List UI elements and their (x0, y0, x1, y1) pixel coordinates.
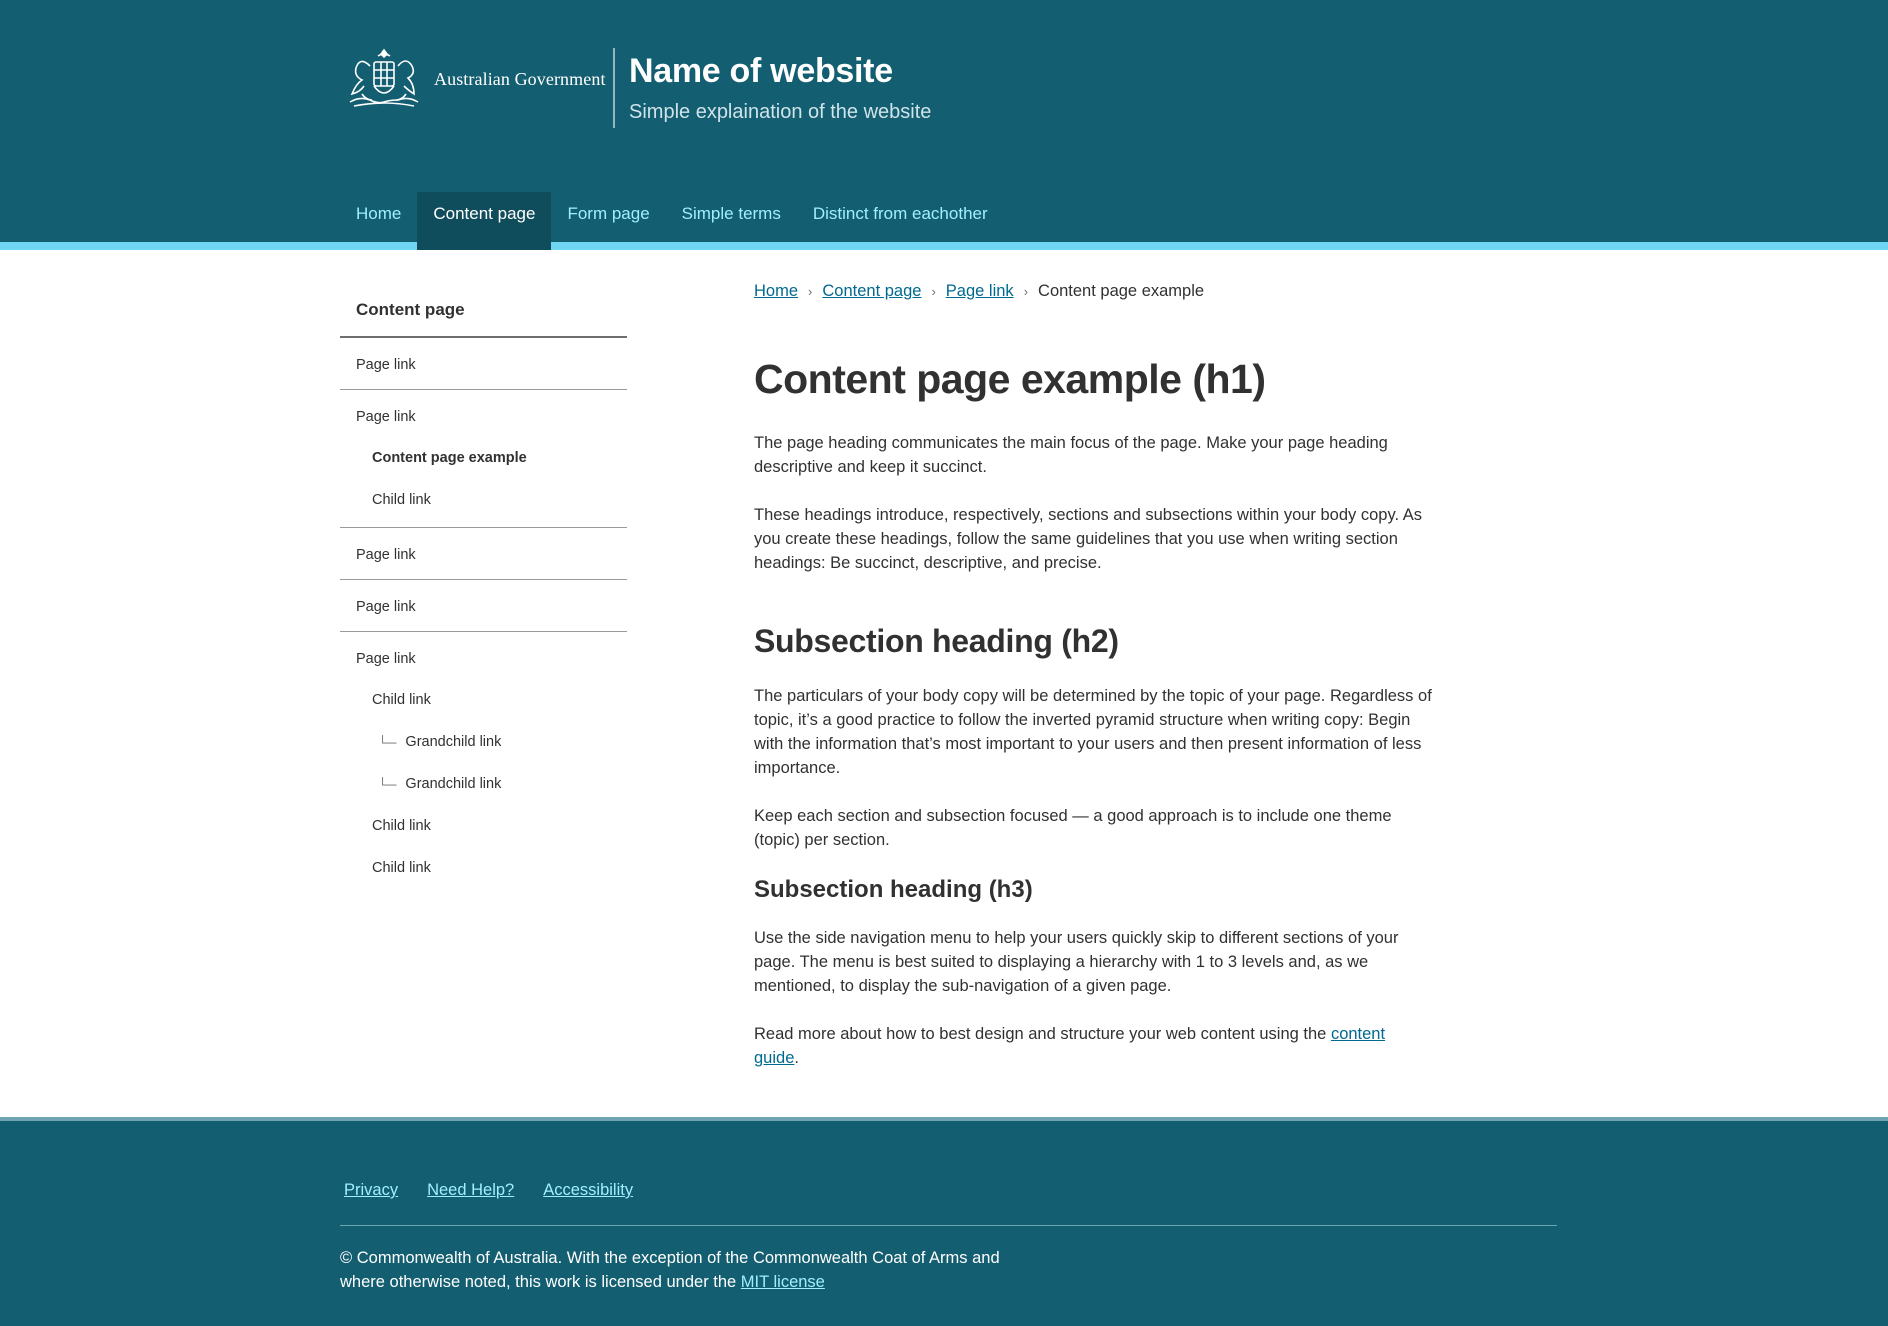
sidenav-group: Page link Child link └─ Grandchild link … (340, 632, 627, 895)
body-paragraph: The particulars of your body copy will b… (754, 687, 1432, 777)
breadcrumb-current: Content page example (1038, 281, 1205, 300)
masthead: Australian Government Name of website Si… (0, 0, 1888, 242)
body-paragraph: Use the side navigation menu to help you… (754, 929, 1399, 995)
footer-link-privacy[interactable]: Privacy (344, 1181, 398, 1200)
nav-item-distinct[interactable]: Distinct from eachother (797, 192, 1004, 242)
breadcrumb: Home › Content page › Page link › Conten… (754, 278, 1434, 304)
government-name: Australian Government (434, 68, 606, 89)
sidenav-child-link[interactable]: Child link (340, 805, 627, 847)
nav-item-home[interactable]: Home (340, 192, 417, 242)
sidenav-page-link[interactable]: Page link (340, 632, 627, 679)
site-tagline: Simple explaination of the website (629, 101, 932, 123)
breadcrumb-link-page-link[interactable]: Page link (946, 282, 1014, 301)
intro-paragraph: The page heading communicates the main f… (754, 434, 1388, 476)
sidenav-child-link[interactable]: Child link (340, 479, 627, 521)
sidenav-page-link[interactable]: Page link (340, 338, 627, 390)
corner-arrow-icon: └─ (378, 734, 397, 750)
main-content: Home › Content page › Page link › Conten… (754, 278, 1434, 1070)
corner-arrow-icon: └─ (378, 776, 397, 792)
subsection-heading-h2: Subsection heading (h2) (754, 623, 1119, 659)
body-paragraph: Keep each section and subsection focused… (754, 807, 1392, 849)
paragraph-end: . (794, 1049, 799, 1067)
sidenav-group: Page link Content page example Child lin… (340, 390, 627, 528)
main-navigation: Home Content page Form page Simple terms… (340, 192, 1004, 242)
side-navigation: Content page Page link Page link Content… (340, 288, 627, 895)
footer-copyright: © Commonwealth of Australia. With the ex… (340, 1246, 1040, 1294)
footer-link-need-help[interactable]: Need Help? (427, 1181, 514, 1200)
sidenav-child-link[interactable]: Child link (340, 679, 627, 721)
nav-item-form-page[interactable]: Form page (551, 192, 665, 242)
breadcrumb-link-content-page[interactable]: Content page (822, 282, 921, 301)
sidenav-grandchild-label: Grandchild link (405, 776, 502, 792)
sidenav-grandchild-link[interactable]: └─ Grandchild link (340, 721, 627, 763)
footer: Privacy Need Help? Accessibility © Commo… (0, 1117, 1888, 1326)
sidenav-grandchild-label: Grandchild link (405, 734, 502, 750)
body-paragraph: Read more about how to best design and s… (754, 1022, 1434, 1070)
sidenav-heading[interactable]: Content page (340, 288, 627, 338)
chevron-right-icon: › (931, 283, 936, 299)
sidenav-page-link[interactable]: Page link (340, 580, 627, 632)
sidenav-current-page[interactable]: Content page example (340, 437, 627, 479)
site-title[interactable]: Name of website (629, 52, 893, 91)
footer-links: Privacy Need Help? Accessibility (344, 1181, 662, 1200)
chevron-right-icon: › (1023, 283, 1029, 299)
sidenav-page-link[interactable]: Page link (340, 528, 627, 580)
sidenav-page-link[interactable]: Page link (340, 390, 627, 437)
body-paragraph: These headings introduce, respectively, … (754, 506, 1423, 572)
subsection-heading-h3: Subsection heading (h3) (754, 876, 1033, 903)
footer-link-accessibility[interactable]: Accessibility (543, 1181, 633, 1200)
chevron-right-icon: › (808, 283, 813, 299)
sidenav-grandchild-link[interactable]: └─ Grandchild link (340, 763, 627, 805)
sidenav-child-link[interactable]: Child link (340, 847, 627, 889)
footer-divider (340, 1225, 1557, 1226)
coat-of-arms-icon (349, 48, 419, 107)
page-title: Content page example (h1) (754, 356, 1266, 402)
breadcrumb-link-home[interactable]: Home (754, 282, 798, 301)
paragraph-text: Read more about how to best design and s… (754, 1025, 1331, 1043)
nav-item-content-page[interactable]: Content page (417, 192, 552, 242)
mit-license-link[interactable]: MIT license (741, 1273, 825, 1291)
government-brand-link[interactable]: Australian Government (340, 46, 606, 112)
brand-divider (613, 48, 615, 128)
copyright-text: © Commonwealth of Australia. With the ex… (340, 1249, 1000, 1291)
nav-item-simple-terms[interactable]: Simple terms (666, 192, 797, 242)
page-content: Content page Page link Page link Content… (0, 242, 1888, 1110)
